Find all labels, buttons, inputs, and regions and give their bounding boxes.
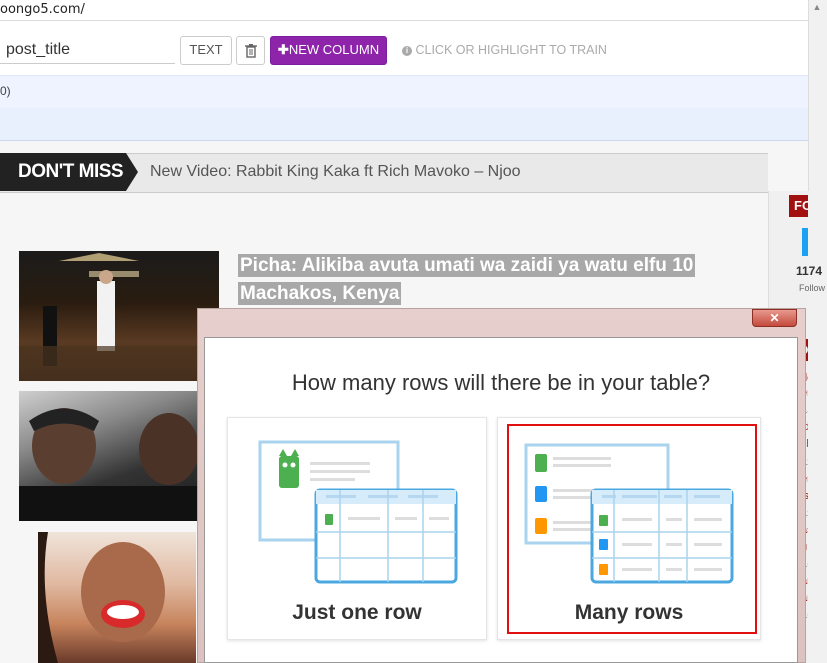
artists-photo xyxy=(19,408,219,521)
many-rows-label: Many rows xyxy=(574,601,684,624)
follow-tab-label: FOLL xyxy=(794,198,808,213)
text-type-button[interactable]: TEXT xyxy=(180,36,232,65)
twitter-icon[interactable] xyxy=(802,228,808,256)
scroll-up-arrow-icon[interactable]: ▲ xyxy=(812,2,822,12)
post-title-link[interactable]: Picha: Alikiba avuta umati wa zaidi ya w… xyxy=(238,252,753,308)
follow-us-tab: FOLL xyxy=(789,195,808,217)
just-one-row-label: Just one row xyxy=(292,601,422,624)
post-thumbnail-concert[interactable] xyxy=(19,251,219,381)
train-hint: i CLICK OR HIGHLIGHT TO TRAIN xyxy=(402,43,607,57)
column-name-input[interactable] xyxy=(0,36,175,64)
new-column-label: NEW COLUMN xyxy=(288,42,380,57)
dont-miss-headline-link[interactable]: New Video: Rabbit King Kaka ft Rich Mavo… xyxy=(150,163,521,181)
dont-miss-arrow xyxy=(126,153,138,191)
twitter-follow-label: Follow xyxy=(799,283,826,293)
close-icon[interactable]: ✕ xyxy=(752,309,797,327)
twitter-follower-count: 1174 xyxy=(796,264,823,278)
trash-icon xyxy=(245,44,257,58)
preview-row-band-2 xyxy=(0,108,808,141)
new-column-button[interactable]: ✚NEW COLUMN xyxy=(270,36,387,65)
dialog-question: How many rows will there be in your tabl… xyxy=(291,370,711,395)
concert-photo xyxy=(19,253,219,381)
vertical-scrollbar[interactable] xyxy=(808,0,827,663)
woman-photo xyxy=(38,532,165,663)
url-bar[interactable]: oongo5.com/ xyxy=(0,0,827,21)
preview-row-text: 0) xyxy=(0,84,11,98)
post-title-text: Picha: Alikiba avuta umati wa zaidi ya w… xyxy=(238,254,696,305)
dont-miss-label: DON'T MISS xyxy=(0,153,126,191)
delete-column-button[interactable] xyxy=(236,36,265,65)
url-text: oongo5.com/ xyxy=(0,2,85,17)
info-icon: i xyxy=(402,46,412,56)
post-thumbnail-woman[interactable] xyxy=(38,532,196,663)
plus-icon: ✚ xyxy=(277,42,289,57)
preview-row-band: 0) xyxy=(0,75,808,109)
post-thumbnail-artists[interactable] xyxy=(19,391,219,521)
single-row-illustration xyxy=(258,440,458,584)
train-hint-text: CLICK OR HIGHLIGHT TO TRAIN xyxy=(415,43,607,57)
